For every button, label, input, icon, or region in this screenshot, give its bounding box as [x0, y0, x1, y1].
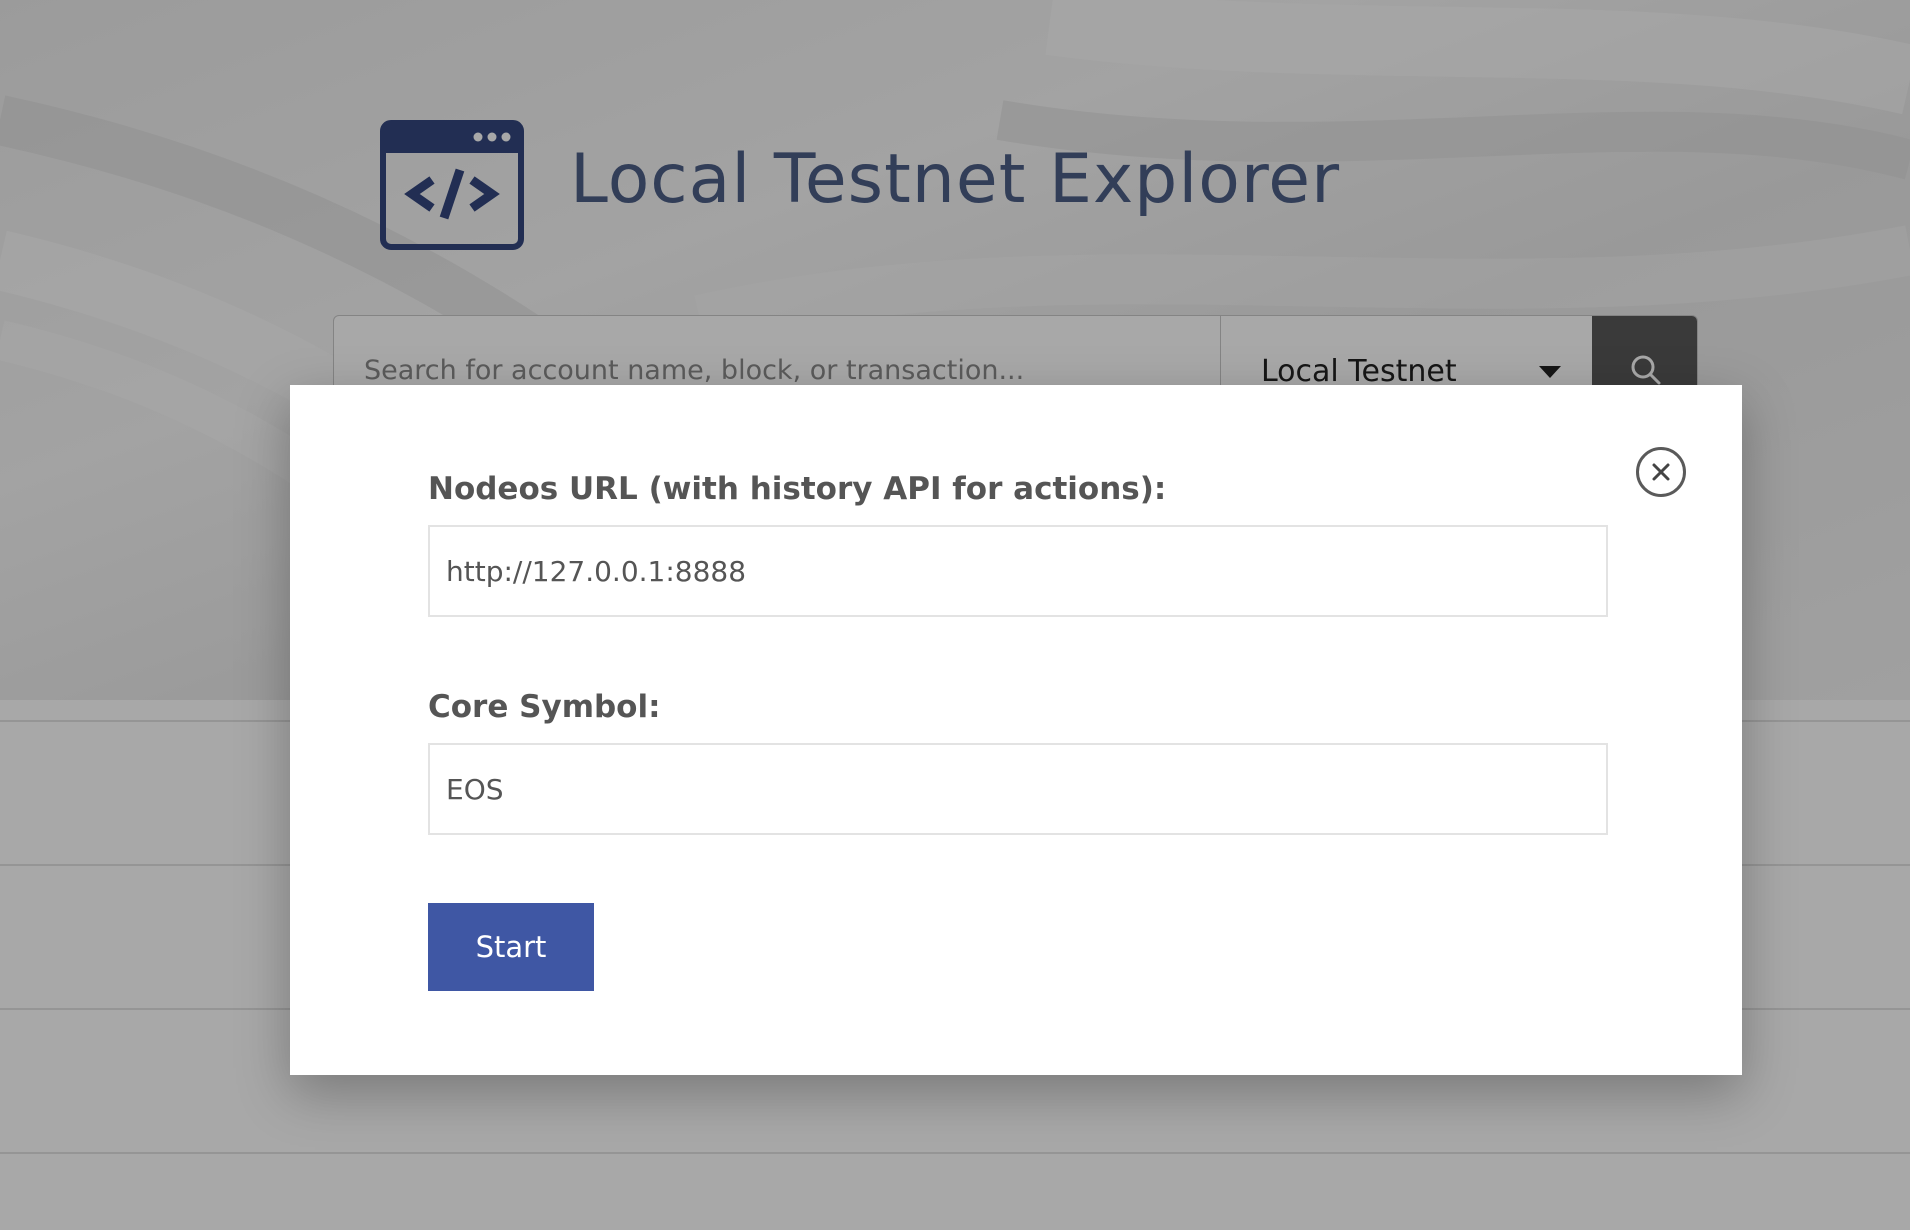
core-symbol-input[interactable] [428, 743, 1608, 835]
start-button[interactable]: Start [428, 903, 594, 991]
nodeos-url-label: Nodeos URL (with history API for actions… [428, 471, 1167, 507]
nodeos-url-input[interactable] [428, 525, 1608, 617]
settings-modal: Nodeos URL (with history API for actions… [290, 385, 1742, 1075]
core-symbol-label: Core Symbol: [428, 689, 661, 725]
close-icon [1652, 463, 1670, 481]
close-button[interactable] [1636, 447, 1686, 497]
